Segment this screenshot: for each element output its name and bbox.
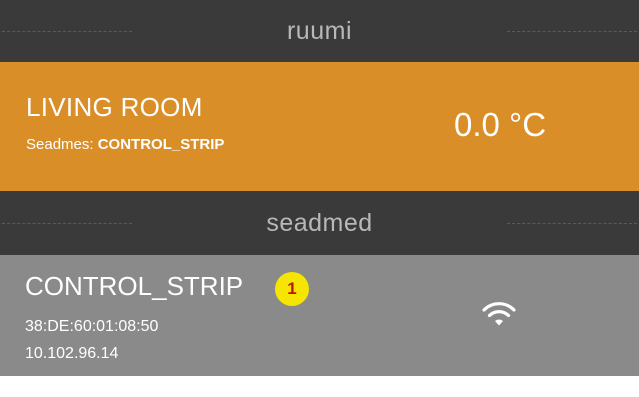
devices-section-header: seadmed bbox=[0, 191, 639, 255]
wifi-icon bbox=[482, 302, 516, 326]
device-card-control-strip[interactable]: CONTROL_STRIP 1 38:DE:60:01:08:50 10.102… bbox=[0, 255, 639, 376]
rooms-section-header: ruumi bbox=[0, 0, 639, 62]
device-name: CONTROL_STRIP bbox=[25, 271, 244, 301]
room-devices-line: Seadmes: CONTROL_STRIP bbox=[26, 136, 224, 153]
device-mac-address: 38:DE:60:01:08:50 bbox=[25, 318, 159, 335]
divider-right bbox=[507, 223, 637, 224]
room-temperature: 0.0 °C bbox=[454, 106, 547, 143]
notification-badge: 1 bbox=[275, 272, 309, 306]
room-devices-label: Seadmes: bbox=[26, 136, 94, 153]
app-screen: ruumi LIVING ROOM Seadmes: CONTROL_STRIP… bbox=[0, 0, 639, 397]
divider-left bbox=[2, 31, 132, 32]
divider-right bbox=[507, 31, 637, 32]
room-devices-value: CONTROL_STRIP bbox=[97, 136, 225, 153]
devices-section-title: seadmed bbox=[266, 208, 373, 237]
divider-left bbox=[2, 223, 132, 224]
device-ip-address: 10.102.96.14 bbox=[25, 345, 119, 362]
rooms-section-title: ruumi bbox=[286, 16, 352, 45]
room-name: LIVING ROOM bbox=[26, 92, 203, 122]
room-card-living-room[interactable]: LIVING ROOM Seadmes: CONTROL_STRIP 0.0 °… bbox=[0, 62, 639, 191]
